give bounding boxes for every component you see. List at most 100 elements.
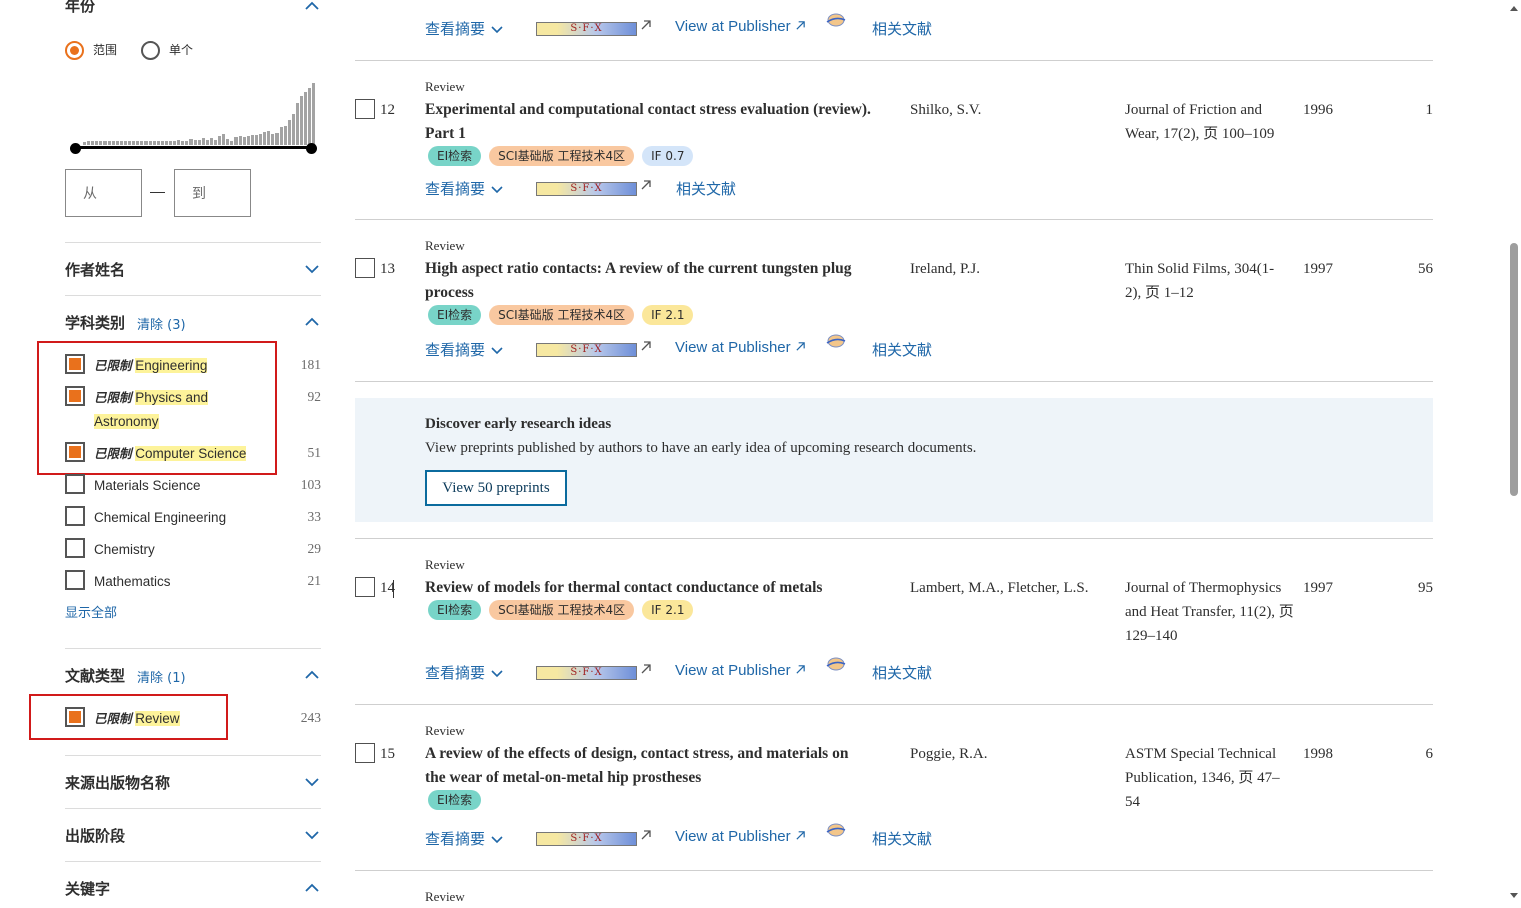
page-scrollbar[interactable] [1506, 0, 1521, 908]
view-abstract-link[interactable]: 查看摘要 [425, 178, 503, 199]
result-authors[interactable]: Lambert, M.A., Fletcher, L.S. [910, 580, 1089, 597]
subject-name: Engineering [135, 358, 208, 373]
sfx-button[interactable]: S·F·X [536, 666, 637, 680]
year-slider-handle-start[interactable] [70, 143, 81, 154]
result-checkbox[interactable] [355, 99, 375, 119]
related-docs-link[interactable]: 相关文献 [872, 828, 932, 849]
chevron-down-icon[interactable] [305, 264, 319, 274]
subject-checkbox-physics-astronomy[interactable] [65, 386, 85, 406]
view-abstract-link[interactable]: 查看摘要 [425, 828, 503, 849]
subject-checkbox-mathematics[interactable] [65, 570, 85, 590]
result-title-link[interactable]: Review of models for thermal contact con… [425, 576, 880, 600]
view-at-publisher-link[interactable]: View at Publisher [675, 339, 806, 356]
view-abstract-link[interactable]: 查看摘要 [425, 339, 503, 360]
chevron-down-icon[interactable] [305, 830, 319, 840]
histogram-bar [299, 96, 304, 145]
subject-checkbox-chemical-engineering[interactable] [65, 506, 85, 526]
limited-prefix: 已限制 [94, 711, 132, 726]
result-source[interactable]: ASTM Special Technical Publication, 1346… [1125, 742, 1293, 814]
view-abstract-link[interactable]: 查看摘要 [425, 662, 503, 683]
result-citations[interactable]: 6 [1426, 746, 1434, 763]
histogram-bar [230, 140, 234, 145]
subject-name-line2: Astronomy [94, 414, 159, 429]
chevron-up-icon[interactable] [305, 670, 319, 680]
result-title-link[interactable]: Experimental and computational contact s… [425, 98, 880, 146]
histogram-bar [308, 88, 312, 145]
pub-stage-filter-title[interactable]: 出版阶段 [65, 825, 125, 846]
chevron-down-icon [491, 25, 503, 33]
chevron-up-icon[interactable] [305, 883, 319, 893]
result-authors[interactable]: Poggie, R.A. [910, 746, 988, 763]
view-at-publisher-link[interactable]: View at Publisher [675, 828, 806, 845]
view-preprints-button[interactable]: View 50 preprints [425, 470, 567, 506]
scroll-down-arrow-icon[interactable] [1510, 893, 1518, 898]
doctype-checkbox-review[interactable] [65, 707, 85, 727]
result-citations[interactable]: 1 [1426, 102, 1434, 119]
subject-clear-link[interactable]: 清除 (3) [137, 314, 186, 333]
year-to-input[interactable]: 到 [174, 169, 251, 217]
year-slider-handle-end[interactable] [306, 143, 317, 154]
chevron-down-icon [491, 835, 503, 843]
view-abstract-label: 查看摘要 [425, 20, 486, 38]
subject-label-computer-science: 已限制 Computer Science [94, 442, 279, 466]
result-title-link[interactable]: A review of the effects of design, conta… [425, 742, 870, 790]
histogram-bar [164, 140, 168, 145]
histogram-bar [119, 141, 123, 145]
chevron-up-icon[interactable] [305, 317, 319, 327]
related-docs-link[interactable]: 相关文献 [676, 178, 736, 199]
sfx-button[interactable]: S·F·X [536, 182, 637, 196]
scroll-up-arrow-icon[interactable] [1510, 6, 1518, 11]
subject-checkbox-materials-science[interactable] [65, 474, 85, 494]
subject-checkbox-chemistry[interactable] [65, 538, 85, 558]
doctype-label-review: 已限制 Review [94, 707, 279, 731]
subject-checkbox-computer-science[interactable] [65, 442, 85, 462]
result-citations[interactable]: 95 [1418, 580, 1433, 597]
chevron-down-icon[interactable] [305, 777, 319, 787]
subject-checkbox-engineering[interactable] [65, 354, 85, 374]
view-abstract-link[interactable]: 查看摘要 [425, 18, 503, 39]
divider [355, 60, 1433, 61]
related-docs-link[interactable]: 相关文献 [872, 339, 932, 360]
doctype-filter-title: 文献类型 [65, 667, 126, 685]
related-docs-link[interactable]: 相关文献 [872, 662, 932, 683]
sfx-button[interactable]: S·F·X [536, 343, 637, 357]
doctype-clear-link[interactable]: 清除 (1) [137, 667, 186, 686]
result-checkbox[interactable] [355, 743, 375, 763]
result-authors[interactable]: Ireland, P.J. [910, 261, 980, 278]
result-source[interactable]: Journal of Thermophysics and Heat Transf… [1125, 576, 1297, 648]
sfx-button[interactable]: S·F·X [536, 832, 637, 846]
related-docs-link[interactable]: 相关文献 [872, 18, 932, 39]
year-from-input[interactable]: 从 [65, 169, 142, 217]
result-year: 1998 [1303, 746, 1333, 762]
result-source[interactable]: Journal of Friction and Wear, 17(2), 页 1… [1125, 98, 1297, 146]
source-title-filter-title[interactable]: 来源出版物名称 [65, 772, 170, 793]
result-tags: EI检索 SCI基础版 工程技术4区 IF 0.7 [428, 146, 694, 166]
view-at-publisher-link[interactable]: View at Publisher [675, 18, 806, 35]
result-citations[interactable]: 56 [1418, 261, 1433, 278]
scrollbar-thumb[interactable] [1510, 243, 1518, 496]
year-range-radio[interactable] [65, 41, 84, 60]
year-single-radio[interactable] [141, 41, 160, 60]
result-title-link[interactable]: High aspect ratio contacts: A review of … [425, 257, 880, 305]
result-authors[interactable]: Shilko, S.V. [910, 102, 981, 119]
subject-count: 51 [307, 445, 322, 460]
chevron-up-icon[interactable] [305, 1, 319, 11]
globe-icon[interactable] [825, 656, 847, 674]
divider [65, 808, 321, 809]
result-number: 13 [380, 261, 395, 277]
year-slider-track [75, 146, 311, 149]
external-link-icon [796, 342, 805, 351]
result-source[interactable]: Thin Solid Films, 304(1-2), 页 1–12 [1125, 257, 1290, 305]
globe-icon[interactable] [825, 333, 847, 351]
show-all-subjects-link[interactable]: 显示全部 [65, 602, 117, 621]
tag-sci: SCI基础版 工程技术4区 [489, 305, 635, 325]
view-at-publisher-link[interactable]: View at Publisher [675, 662, 806, 679]
sfx-button[interactable]: S·F·X [536, 22, 637, 36]
author-filter-title[interactable]: 作者姓名 [65, 259, 125, 280]
result-checkbox[interactable] [355, 258, 375, 278]
result-checkbox[interactable] [355, 577, 375, 597]
globe-icon[interactable] [825, 822, 847, 840]
result-actions: 查看摘要 S·F·X View at Publisher 相关文献 [425, 823, 945, 850]
histogram-bar [103, 141, 107, 145]
globe-icon[interactable] [825, 12, 847, 30]
